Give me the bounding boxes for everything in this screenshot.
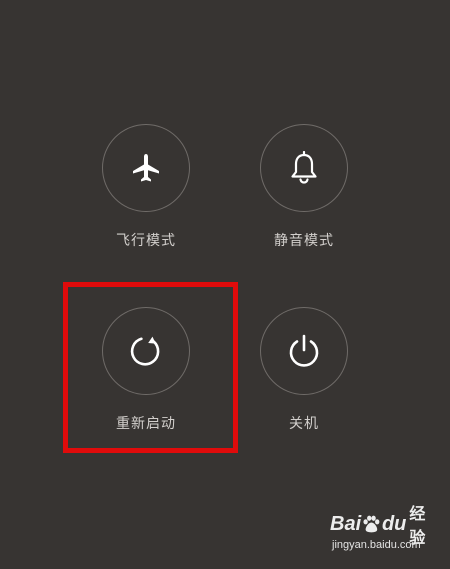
airplane-icon (133, 154, 159, 182)
restart-option[interactable]: 重新启动 (76, 307, 216, 457)
airplane-mode-label: 飞行模式 (116, 233, 176, 249)
power-off-button[interactable] (260, 307, 348, 395)
restart-icon (130, 336, 160, 366)
restart-button[interactable] (102, 307, 190, 395)
baidu-paw-icon (363, 515, 380, 533)
power-icon (289, 334, 319, 367)
airplane-mode-button[interactable] (102, 124, 190, 212)
baidu-jingyan-watermark: Bai du 经验 jingyan.baidu.com (330, 504, 433, 557)
silent-mode-option[interactable]: 静音模式 (234, 124, 374, 274)
bell-icon (291, 151, 317, 184)
airplane-mode-option[interactable]: 飞行模式 (76, 124, 216, 274)
watermark-du-text: du (381, 512, 407, 535)
restart-label: 重新启动 (116, 416, 176, 432)
watermark-bai-text: Bai (330, 512, 362, 535)
silent-mode-button[interactable] (260, 124, 348, 212)
watermark-url: jingyan.baidu.com (332, 539, 421, 551)
power-off-label: 关机 (289, 416, 319, 432)
watermark-brand: Bai du 经验 (330, 504, 433, 547)
silent-mode-label: 静音模式 (274, 233, 334, 249)
power-menu: 飞行模式 静音模式 重新启动 关机 (0, 0, 450, 569)
power-off-option[interactable]: 关机 (234, 307, 374, 457)
